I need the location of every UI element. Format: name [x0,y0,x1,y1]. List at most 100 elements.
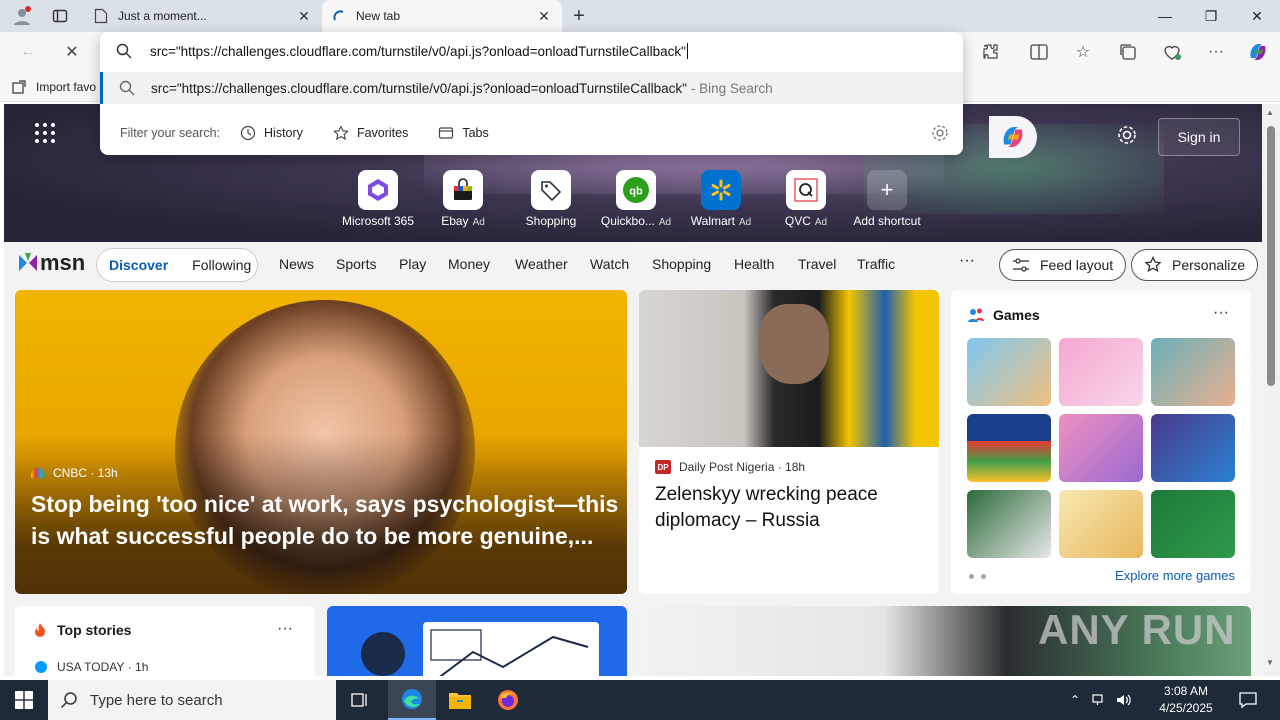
filter-favorites[interactable]: Favorites [333,125,408,141]
nav-weather[interactable]: Weather [515,256,568,272]
illustration-article-card[interactable] [327,606,627,676]
nav-health[interactable]: Health [734,256,774,272]
minimize-button[interactable]: — [1142,0,1188,32]
split-screen-icon[interactable] [1023,36,1055,68]
add-shortcut-button[interactable]: + Add shortcut [844,170,930,228]
show-hidden-icons-icon[interactable]: ⌃ [1070,693,1080,707]
collections-icon[interactable] [1112,36,1144,68]
game-tile[interactable] [1059,490,1143,558]
address-text: src="https://challenges.cloudflare.com/t… [150,43,686,59]
taskbar-search-input[interactable]: Type here to search [48,680,336,720]
nav-shopping[interactable]: Shopping [652,256,711,272]
ad-badge: Ad [658,217,672,228]
scrollbar-thumb[interactable] [1267,126,1275,386]
close-window-button[interactable]: ✕ [1234,0,1280,32]
scroll-up-icon[interactable]: ▲ [1266,108,1274,117]
nav-sports[interactable]: Sports [336,256,376,272]
feed-layout-button[interactable]: Feed layout [999,249,1127,281]
page-settings-button[interactable] [1116,124,1138,149]
game-tile[interactable] [967,338,1051,406]
taskbar-clock[interactable]: 3:08 AM 4/25/2025 [1148,683,1224,717]
game-tile[interactable] [1151,338,1235,406]
top-stories-more-icon[interactable]: ··· [277,620,293,638]
usa-today-logo-icon [35,661,47,673]
game-tile[interactable] [1151,490,1235,558]
article-headline[interactable]: Stop being 'too nice' at work, says psyc… [31,488,621,552]
tab-just-a-moment[interactable]: Just a moment... ✕ [84,0,322,32]
task-view-button[interactable] [340,680,380,720]
network-icon[interactable] [1092,693,1106,707]
restore-button[interactable]: ❐ [1188,0,1234,32]
clock-time: 3:08 AM [1163,684,1209,698]
text-caret [686,43,688,59]
game-tile[interactable] [1059,414,1143,482]
shortcut-ebay[interactable]: Ebay Ad [420,170,506,228]
copilot-search-button[interactable] [989,116,1037,158]
file-explorer-button[interactable] [438,680,482,720]
edge-taskbar-button[interactable] [388,680,436,720]
news-article-card[interactable]: DP Daily Post Nigeria · 18h Zelenskyy wr… [639,290,939,594]
shortcut-shopping[interactable]: Shopping [508,170,594,228]
start-button[interactable] [0,680,48,720]
import-favorites-link[interactable]: Import favo [36,80,96,94]
source-name: CNBC [53,466,88,480]
anyrun-watermark: ANY RUN [1038,606,1236,654]
game-tile[interactable] [967,414,1051,482]
shortcut-label: Add shortcut [853,214,921,228]
games-more-icon[interactable]: ··· [1213,304,1229,322]
nav-watch[interactable]: Watch [590,256,629,272]
top-stories-card: Top stories ··· USA TODAY · 1h [15,606,315,676]
scroll-down-icon[interactable]: ▼ [1266,658,1274,667]
carousel-dots[interactable] [969,574,993,579]
explore-more-games-link[interactable]: Explore more games [1115,568,1235,583]
shortcut-walmart[interactable]: Walmart Ad [678,170,764,228]
page-scrollbar[interactable]: ▲ ▼ [1262,104,1280,676]
nav-news[interactable]: News [279,256,314,272]
close-tab-icon[interactable]: ✕ [536,8,552,24]
extensions-icon[interactable] [975,36,1007,68]
nav-money[interactable]: Money [448,256,490,272]
new-tab-button[interactable]: + [566,4,592,28]
game-tile[interactable] [1151,414,1235,482]
filter-favorites-label: Favorites [356,126,409,140]
firefox-button[interactable] [486,680,530,720]
edge-icon [402,689,422,709]
shortcut-microsoft-365[interactable]: Microsoft 365 [335,170,421,228]
app-launcher-button[interactable] [34,122,56,147]
search-settings-icon[interactable] [931,124,949,145]
nav-traffic[interactable]: Traffic [857,256,895,272]
tab-actions-button[interactable] [44,0,76,32]
game-tile[interactable] [1059,338,1143,406]
msn-logo[interactable]: msn [16,250,85,276]
nav-travel[interactable]: Travel [798,256,836,272]
address-input[interactable]: src="https://challenges.cloudflare.com/t… [100,32,963,70]
sign-in-button[interactable]: Sign in [1158,118,1240,156]
browser-essentials-icon[interactable] [1156,36,1188,68]
search-icon [116,43,132,59]
tab-discover[interactable]: Discover [97,257,180,273]
game-tile[interactable] [967,490,1051,558]
shortcut-quickbooks[interactable]: qb Quickbo... Ad [593,170,679,228]
featured-article-card[interactable]: CNBC · 13h Stop being 'too nice' at work… [15,290,627,594]
suggestion-source: - Bing Search [690,80,773,96]
copilot-icon[interactable] [1242,36,1274,68]
more-menu-icon[interactable]: ··· [1200,36,1232,68]
stop-loading-button[interactable]: ✕ [56,36,88,68]
close-tab-icon[interactable]: ✕ [296,8,312,24]
filter-tabs[interactable]: Tabs [438,125,489,141]
search-suggestion[interactable]: src="https://challenges.cloudflare.com/t… [100,72,963,104]
volume-icon[interactable] [1116,693,1132,707]
nav-play[interactable]: Play [399,256,426,272]
shortcut-qvc[interactable]: QVC Ad [763,170,849,228]
tab-new-tab[interactable]: New tab ✕ [322,0,562,32]
personalize-button[interactable]: Personalize [1131,249,1259,281]
notifications-button[interactable] [1228,680,1268,720]
filter-label: Filter your search: [120,126,221,140]
nav-more-icon[interactable]: ··· [959,252,975,270]
profile-button[interactable] [6,0,38,32]
article-headline[interactable]: Zelenskyy wrecking peace diplomacy – Rus… [655,482,925,534]
back-button[interactable]: ← [12,36,44,68]
tab-following[interactable]: Following [180,257,263,273]
filter-history[interactable]: History [240,125,303,141]
favorites-star-icon[interactable]: ☆ [1067,36,1099,68]
